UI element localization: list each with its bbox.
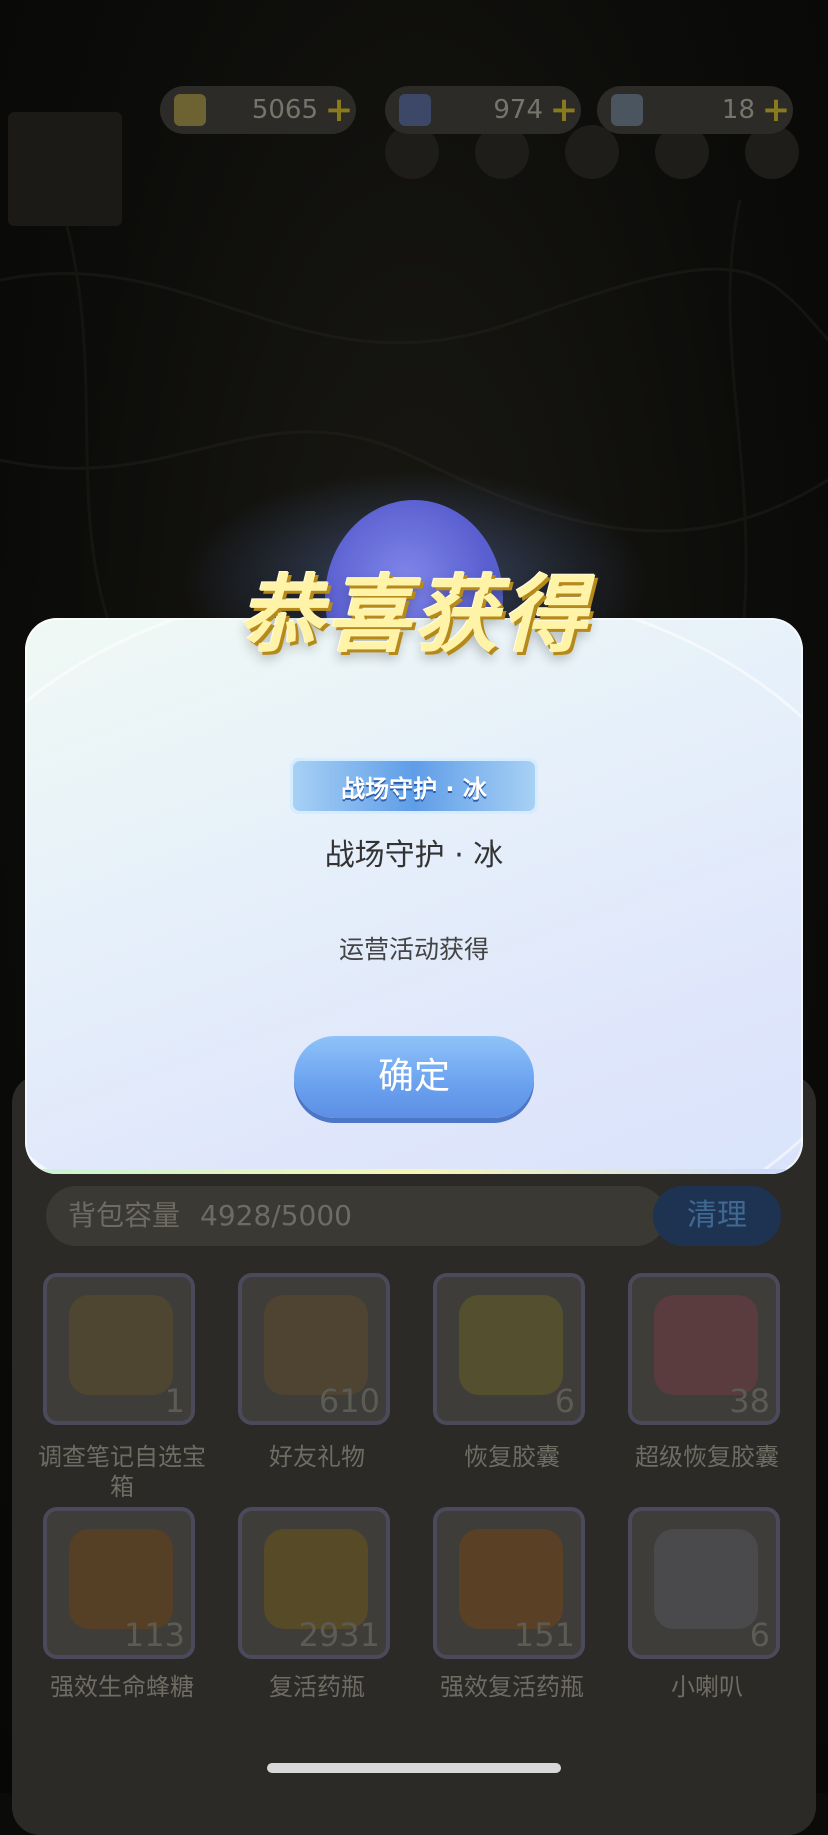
item-count: 6 (554, 1382, 575, 1420)
home-indicator[interactable] (267, 1763, 561, 1773)
capacity-value: 4928/5000 (200, 1199, 352, 1232)
gift-bag-icon (264, 1295, 368, 1395)
inventory-slot[interactable]: 2931 (238, 1507, 390, 1659)
item-name: 小喇叭 (671, 1673, 743, 1701)
diamond-icon (399, 94, 431, 126)
item-name: 调查笔记自选宝箱 (38, 1443, 206, 1501)
item-name: 强效生命蜂糖 (50, 1673, 194, 1701)
strong-revive-bottle-icon (459, 1529, 563, 1629)
item-name: 恢复胶囊 (464, 1443, 560, 1471)
gold-currency: 5065 + (160, 86, 356, 134)
gold-coin-icon (174, 94, 206, 126)
ticket-amount: 18 (721, 95, 755, 125)
item-count: 610 (318, 1382, 380, 1420)
capsule-icon (459, 1295, 563, 1395)
item-name: 复活药瓶 (269, 1673, 365, 1701)
ticket-icon (611, 94, 643, 126)
clean-button[interactable]: 清理 (653, 1186, 781, 1246)
player-avatar[interactable] (8, 112, 122, 226)
menu-icon-3[interactable] (565, 125, 619, 179)
gold-amount: 5065 (251, 95, 318, 125)
chest-icon (69, 1295, 173, 1395)
inventory-slot[interactable]: 38 (628, 1273, 780, 1425)
add-diamond-button[interactable]: + (547, 93, 581, 127)
inventory-slot[interactable]: 151 (433, 1507, 585, 1659)
add-gold-button[interactable]: + (322, 93, 356, 127)
item-count: 1 (164, 1382, 185, 1420)
modal-bottom-stripe (25, 1169, 803, 1174)
reward-source: 运营活动获得 (338, 935, 489, 964)
inventory-slot[interactable]: 113 (43, 1507, 195, 1659)
reward-item-badge-label: 战场守护 · 冰 (341, 774, 487, 803)
add-ticket-button[interactable]: + (759, 93, 793, 127)
ticket-currency: 18 + (597, 86, 793, 134)
reward-item-badge: 战场守护 · 冰 (290, 758, 538, 814)
diamond-amount: 974 (493, 95, 543, 125)
item-name: 超级恢复胶囊 (635, 1443, 779, 1471)
super-capsule-icon (654, 1295, 758, 1395)
item-name: 强效复活药瓶 (440, 1673, 584, 1701)
capacity-label: 背包容量 (68, 1199, 181, 1232)
item-count: 151 (513, 1616, 575, 1654)
inventory-slot[interactable]: 1 (43, 1273, 195, 1425)
item-count: 2931 (298, 1616, 380, 1654)
modal-title: 恭喜获得 (237, 566, 590, 664)
reward-item-name: 战场守护 · 冰 (324, 838, 504, 873)
item-count: 38 (729, 1382, 770, 1420)
inventory-slot[interactable]: 6 (628, 1507, 780, 1659)
item-name: 好友礼物 (269, 1443, 365, 1471)
confirm-button[interactable]: 确定 (294, 1036, 534, 1118)
megaphone-icon (654, 1529, 758, 1629)
item-count: 113 (123, 1616, 185, 1654)
revive-bottle-icon (264, 1529, 368, 1629)
inventory-slot[interactable]: 610 (238, 1273, 390, 1425)
inventory-slot[interactable]: 6 (433, 1273, 585, 1425)
honey-candy-icon (69, 1529, 173, 1629)
item-count: 6 (749, 1616, 770, 1654)
diamond-currency: 974 + (385, 86, 581, 134)
